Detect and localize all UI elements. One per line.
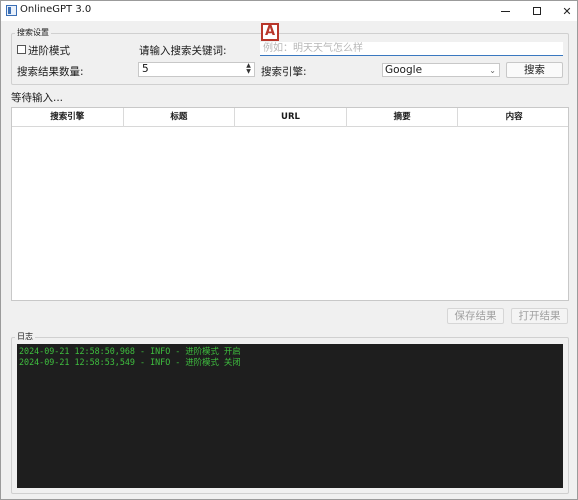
- column-header-url[interactable]: URL: [235, 108, 347, 127]
- engine-label: 搜索引擎:: [261, 66, 307, 78]
- engine-selected-value: Google: [385, 64, 423, 76]
- minimize-icon: [500, 10, 510, 12]
- window-title: OnlineGPT 3.0: [20, 4, 92, 15]
- close-button[interactable]: ✕: [549, 1, 578, 21]
- annotation-marker: A: [261, 23, 279, 41]
- maximize-icon: [533, 7, 541, 15]
- column-header-content[interactable]: 内容: [458, 108, 570, 127]
- log-output[interactable]: 2024-09-21 12:58:50,968 - INFO - 进阶模式 开启…: [17, 344, 563, 488]
- chevron-down-icon: ⌄: [489, 66, 496, 75]
- keyword-input[interactable]: 例如：明天天气怎么样: [260, 42, 563, 56]
- main-window: OnlineGPT 3.0 ✕ 搜索设置 进阶模式 请输入搜索关键词: A 例如…: [0, 0, 578, 500]
- results-table[interactable]: 搜索引擎 标题 URL 摘要 内容: [11, 107, 569, 301]
- column-header-summary[interactable]: 摘要: [347, 108, 459, 127]
- keyword-placeholder: 例如：明天天气怎么样: [263, 43, 363, 54]
- title-bar: OnlineGPT 3.0 ✕: [1, 1, 577, 21]
- search-button[interactable]: 搜索: [506, 62, 563, 78]
- log-line: 2024-09-21 12:58:53,549 - INFO - 进阶模式 关闭: [19, 357, 241, 367]
- table-header: 搜索引擎 标题 URL 摘要 内容: [12, 108, 568, 127]
- search-settings-title: 搜索设置: [15, 27, 51, 38]
- status-text: 等待输入...: [11, 92, 64, 104]
- open-results-button[interactable]: 打开结果: [511, 308, 568, 324]
- result-count-spinbox[interactable]: 5 ▲ ▼: [138, 62, 255, 77]
- engine-select[interactable]: Google ⌄: [382, 63, 500, 77]
- result-count-label: 搜索结果数量:: [17, 66, 84, 78]
- advanced-mode-checkbox[interactable]: [17, 45, 26, 54]
- save-results-button[interactable]: 保存结果: [447, 308, 504, 324]
- app-icon: [6, 5, 17, 16]
- spin-down-icon[interactable]: ▼: [244, 69, 253, 75]
- log-line: 2024-09-21 12:58:50,968 - INFO - 进阶模式 开启: [19, 346, 241, 356]
- column-header-engine[interactable]: 搜索引擎: [12, 108, 124, 127]
- log-title: 日志: [15, 331, 35, 342]
- keyword-label: 请输入搜索关键词:: [139, 45, 227, 57]
- result-count-value: 5: [142, 63, 149, 75]
- advanced-mode-label[interactable]: 进阶模式: [28, 43, 70, 58]
- minimize-button[interactable]: [487, 1, 523, 21]
- close-icon: ✕: [562, 4, 572, 18]
- column-header-title[interactable]: 标题: [124, 108, 236, 127]
